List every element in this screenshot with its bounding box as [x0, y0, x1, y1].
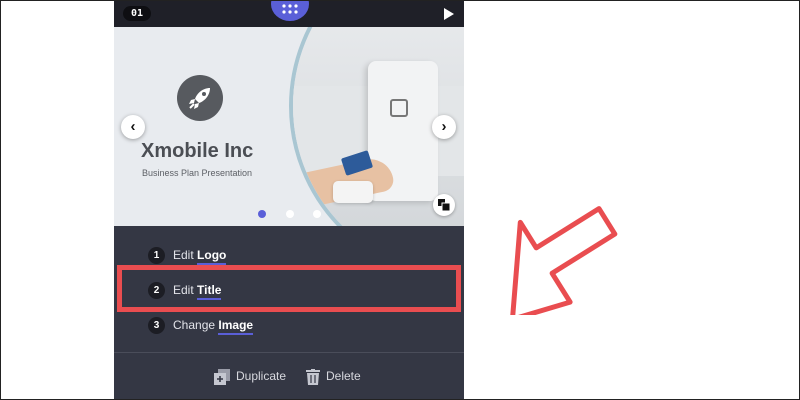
step-change-image[interactable]: 3 Change Image [114, 309, 464, 339]
pagination-dot[interactable] [258, 210, 266, 218]
play-icon[interactable] [444, 8, 454, 20]
layers-button[interactable] [433, 194, 455, 216]
duplicate-button[interactable]: Duplicate [214, 366, 286, 386]
step-label: Change Image [173, 318, 254, 335]
divider [114, 352, 464, 353]
highlight-box [117, 265, 461, 312]
layers-icon [438, 199, 450, 211]
step-label: Edit Logo [173, 248, 227, 265]
duplicate-icon [214, 368, 230, 385]
step-number: 3 [148, 317, 165, 334]
top-bar: 01 [114, 0, 464, 27]
chevron-right-icon[interactable]: › [432, 115, 456, 139]
pagination-dot[interactable] [313, 210, 321, 218]
pagination-dot[interactable] [286, 210, 294, 218]
slide-preview[interactable]: Xmobile Inc Business Plan Presentation ‹… [114, 27, 464, 226]
slide-title[interactable]: Xmobile Inc [141, 140, 263, 163]
grid-menu-button[interactable] [271, 0, 309, 21]
slide-number-badge: 01 [123, 6, 151, 21]
grid-icon [282, 4, 298, 14]
rocket-icon [189, 88, 210, 109]
slide-editor-panel: 01 Xmobile Inc Business Plan Presentatio… [114, 0, 464, 400]
chevron-left-icon[interactable]: ‹ [121, 115, 145, 139]
slide-subtitle[interactable]: Business Plan Presentation [142, 168, 252, 178]
arrow-pointer-icon [509, 206, 618, 315]
slide-logo[interactable] [177, 75, 223, 121]
step-number: 1 [148, 247, 165, 264]
trash-icon [306, 368, 320, 385]
delete-button[interactable]: Delete [306, 366, 361, 386]
